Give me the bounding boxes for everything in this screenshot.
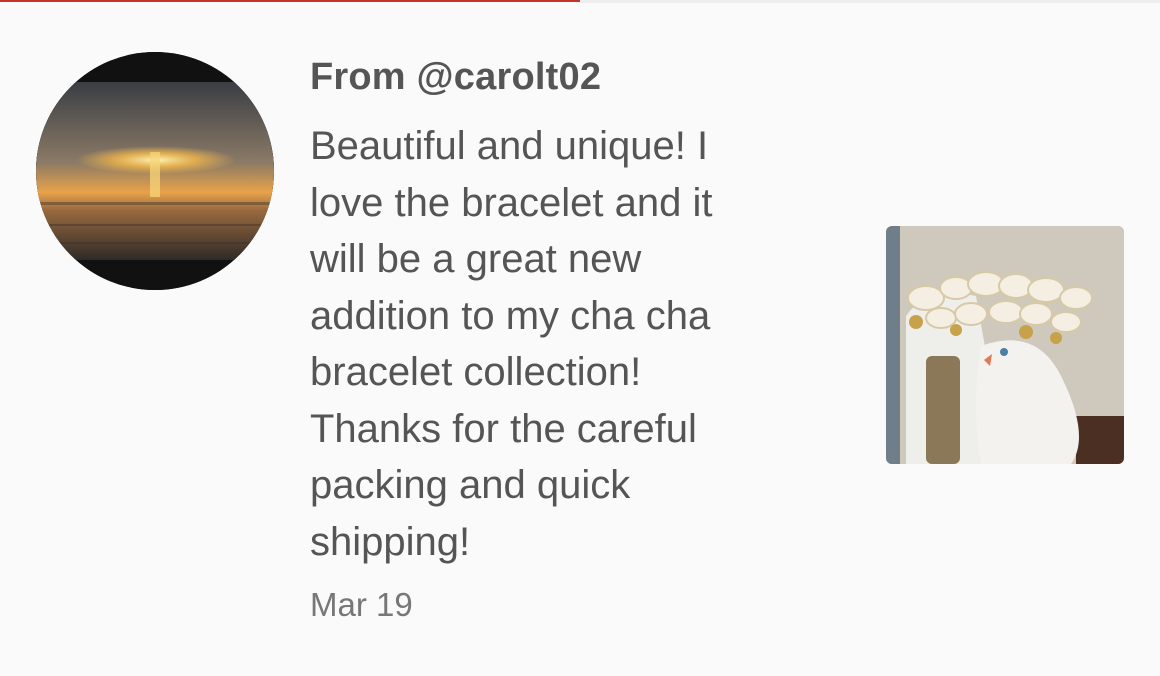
review-text: Beautiful and unique! I love the bracele… — [310, 124, 713, 564]
reviewer-avatar[interactable] — [36, 52, 274, 290]
review-card: From @carolt02 Beautiful and unique! I l… — [0, 0, 1160, 676]
review-photo[interactable] — [886, 226, 1124, 464]
reviewer-name[interactable]: From @carolt02 — [310, 56, 601, 99]
sunset-image-icon — [36, 52, 274, 290]
bracelet-photo-icon — [886, 226, 1124, 464]
review-date: Mar 19 — [310, 586, 413, 623]
